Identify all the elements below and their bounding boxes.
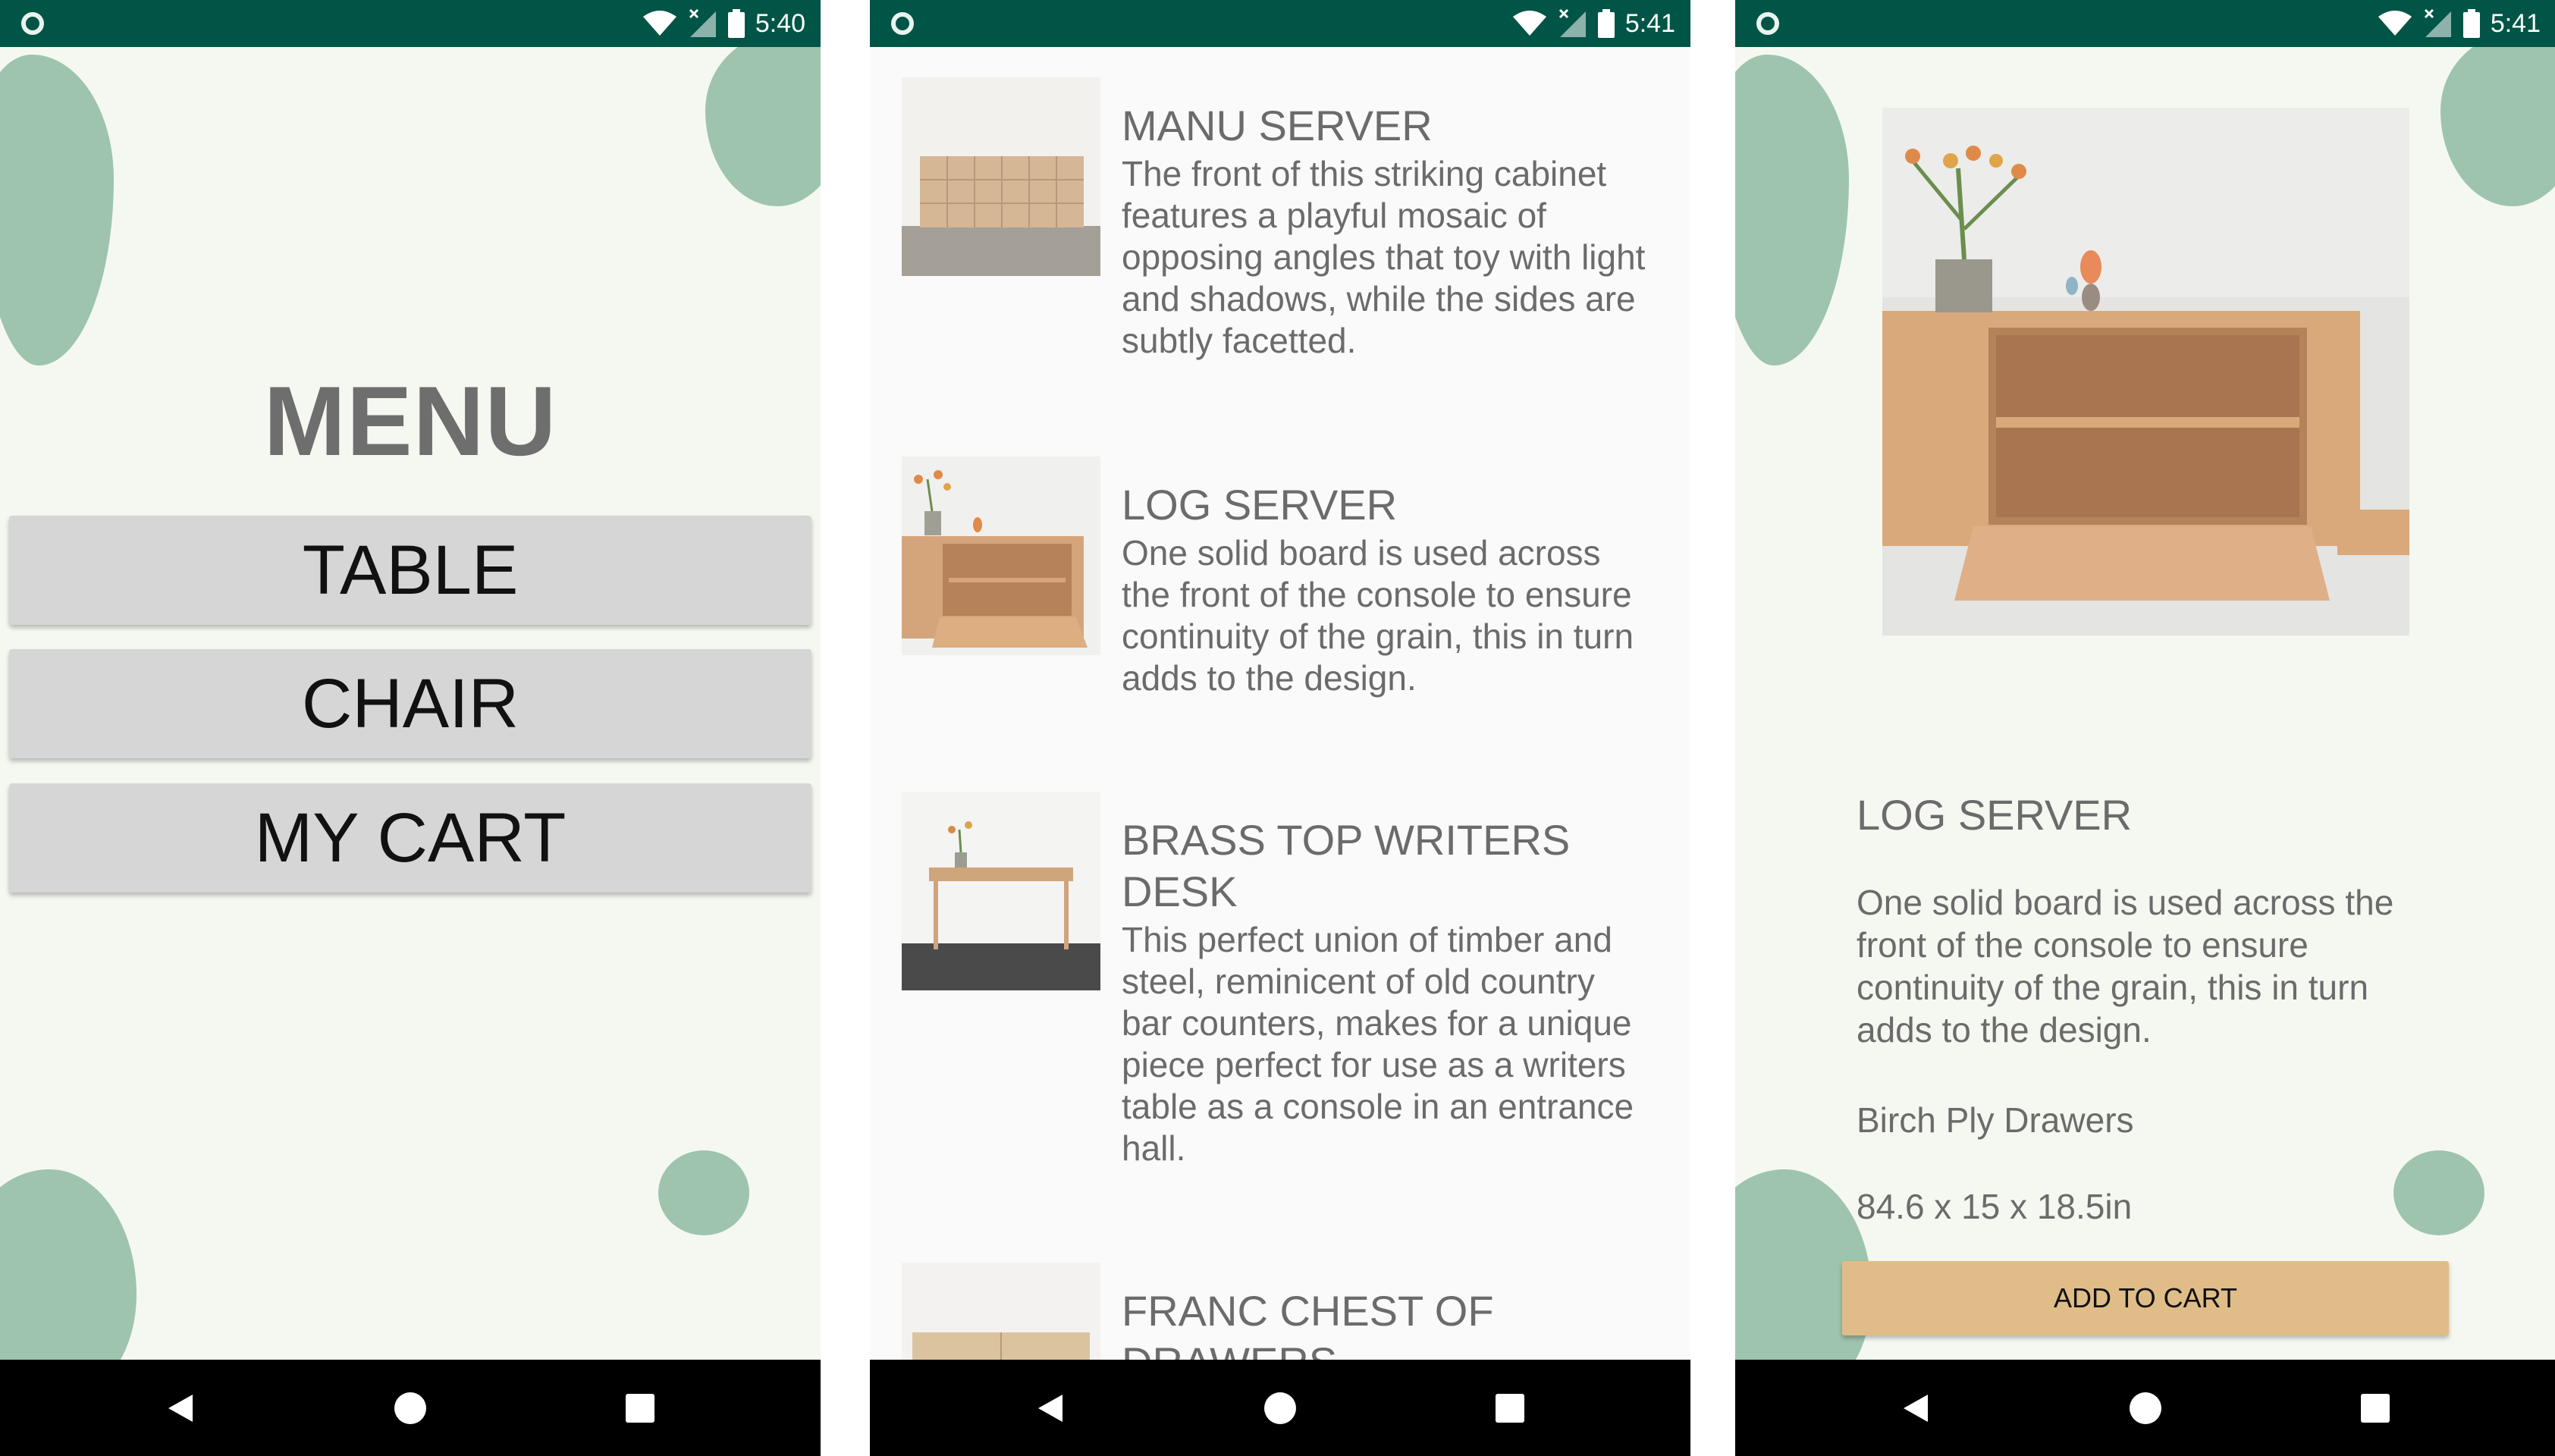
home-icon[interactable] (2126, 1389, 2165, 1428)
menu-content: MENU TABLE CHAIR MY CART (0, 47, 821, 1360)
app-indicator-icon (21, 12, 44, 35)
signal-icon (2424, 8, 2451, 37)
app-indicator-icon (891, 12, 914, 35)
back-icon[interactable] (1031, 1389, 1070, 1428)
product-dimensions: 84.6 x 15 x 18.5in (1857, 1187, 2133, 1226)
log-server-thumbnail (902, 457, 1100, 655)
item-title: LOG SERVER (1122, 481, 1398, 529)
wifi-icon (2378, 11, 2412, 36)
item-description: This perfect union of timber and steel, … (1122, 920, 1634, 1168)
decorative-blob (0, 1169, 137, 1360)
home-icon[interactable] (391, 1389, 430, 1428)
home-icon[interactable] (1260, 1389, 1300, 1428)
status-time: 5:41 (2490, 8, 2541, 38)
brass-top-writers-desk-thumbnail (902, 792, 1100, 990)
decorative-blob (705, 47, 821, 206)
product-list: MANU SERVER The front of this striking c… (870, 47, 1690, 1360)
product-description: One solid board is used across the front… (1857, 883, 2394, 1050)
status-time: 5:41 (1624, 8, 1675, 38)
detail-content: LOG SERVER One solid board is used acros… (1735, 47, 2555, 1360)
decorative-blob (2440, 47, 2555, 206)
item-title: BRASS TOP WRITERS DESK (1122, 816, 1571, 915)
product-list-screen: 5:41 MANU SERVER The front of this strik… (870, 0, 1690, 1456)
back-icon[interactable] (1896, 1389, 1935, 1428)
list-item[interactable]: FRANC CHEST OF DRAWERS (870, 1263, 1690, 1360)
product-material: Birch Ply Drawers (1857, 1100, 2134, 1140)
battery-icon (1597, 9, 1615, 38)
decorative-blob (0, 55, 114, 366)
table-button[interactable]: TABLE (9, 516, 811, 625)
manu-server-thumbnail (902, 77, 1100, 276)
signal-icon (689, 8, 716, 37)
decorative-blob (2393, 1150, 2484, 1235)
item-description: The front of this striking cabinet featu… (1122, 154, 1646, 360)
my-cart-button[interactable]: MY CART (9, 783, 811, 893)
navigation-bar (870, 1360, 1690, 1456)
wifi-icon (642, 11, 676, 36)
list-item[interactable]: MANU SERVER The front of this striking c… (870, 77, 1690, 419)
status-bar: 5:41 (870, 0, 1690, 47)
product-photo (1882, 108, 2409, 635)
status-bar: 5:40 (0, 0, 821, 47)
list-item[interactable]: LOG SERVER One solid board is used acros… (870, 457, 1690, 752)
decorative-blob (658, 1150, 749, 1235)
decorative-blob (1735, 55, 1849, 366)
signal-icon (1558, 8, 1586, 37)
back-icon[interactable] (161, 1389, 200, 1428)
item-title: FRANC CHEST OF DRAWERS (1122, 1287, 1494, 1360)
chair-button[interactable]: CHAIR (9, 649, 811, 758)
list-item[interactable]: BRASS TOP WRITERS DESK This perfect unio… (870, 792, 1690, 1216)
item-description: One solid board is used across the front… (1122, 533, 1634, 698)
wifi-icon (1512, 11, 1546, 36)
recents-icon[interactable] (1490, 1389, 1530, 1428)
add-to-cart-button[interactable]: ADD TO CART (1842, 1261, 2449, 1335)
app-indicator-icon (1756, 12, 1779, 35)
menu-screen: 5:40 MENU TABLE CHAIR MY CART (0, 0, 821, 1456)
status-bar: 5:41 (1735, 0, 2555, 47)
recents-icon[interactable] (620, 1389, 660, 1428)
battery-icon (2462, 9, 2480, 38)
status-time: 5:40 (755, 8, 805, 38)
navigation-bar (0, 1360, 821, 1456)
item-title: MANU SERVER (1122, 102, 1433, 149)
battery-icon (727, 9, 745, 38)
product-detail-screen: 5:41 LOG SERVER One solid board is used … (1735, 0, 2555, 1456)
franc-chest-of-drawers-thumbnail (902, 1263, 1100, 1360)
product-title: LOG SERVER (1857, 791, 2133, 839)
navigation-bar (1735, 1360, 2555, 1456)
menu-title: MENU (263, 366, 557, 476)
recents-icon[interactable] (2356, 1389, 2395, 1428)
